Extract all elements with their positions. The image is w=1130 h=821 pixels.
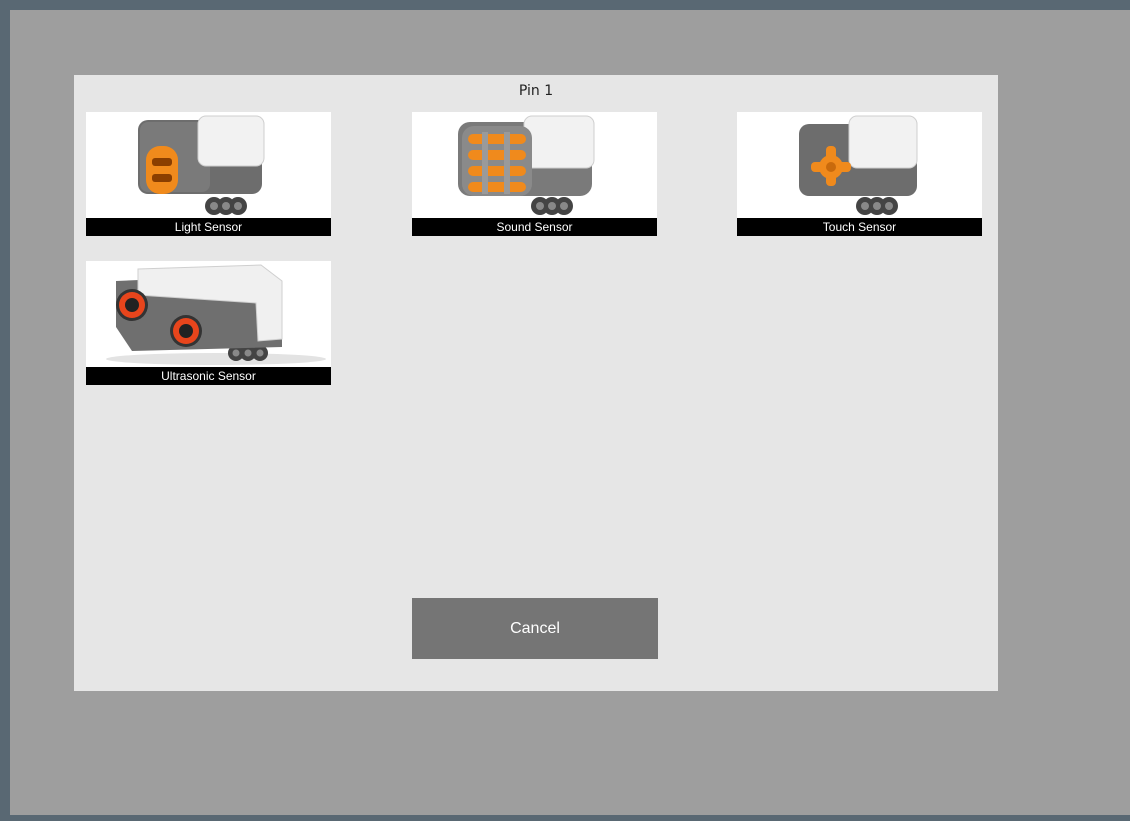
sensor-label: Ultrasonic Sensor <box>86 367 331 385</box>
light-sensor-icon <box>138 115 265 215</box>
touch-sensor-tile[interactable]: Touch Sensor <box>737 112 982 236</box>
sensor-selection-dialog: Pin 1 Light Sensor Sound Sensor Touch Se… <box>74 75 998 691</box>
sensor-label: Touch Sensor <box>737 218 982 236</box>
touch-sensor-icon <box>799 115 918 215</box>
sound-sensor-icon <box>458 115 595 215</box>
app-window: Pin 1 Light Sensor Sound Sensor Touch Se… <box>10 10 1130 815</box>
sensor-label: Sound Sensor <box>412 218 657 236</box>
cancel-button[interactable]: Cancel <box>412 598 658 659</box>
sensor-label: Light Sensor <box>86 218 331 236</box>
light-sensor-tile[interactable]: Light Sensor <box>86 112 331 236</box>
sound-sensor-tile[interactable]: Sound Sensor <box>412 112 657 236</box>
ultrasonic-sensor-tile[interactable]: Ultrasonic Sensor <box>86 261 331 385</box>
ultrasonic-sensor-icon <box>106 264 326 365</box>
dialog-title: Pin 1 <box>518 83 554 99</box>
